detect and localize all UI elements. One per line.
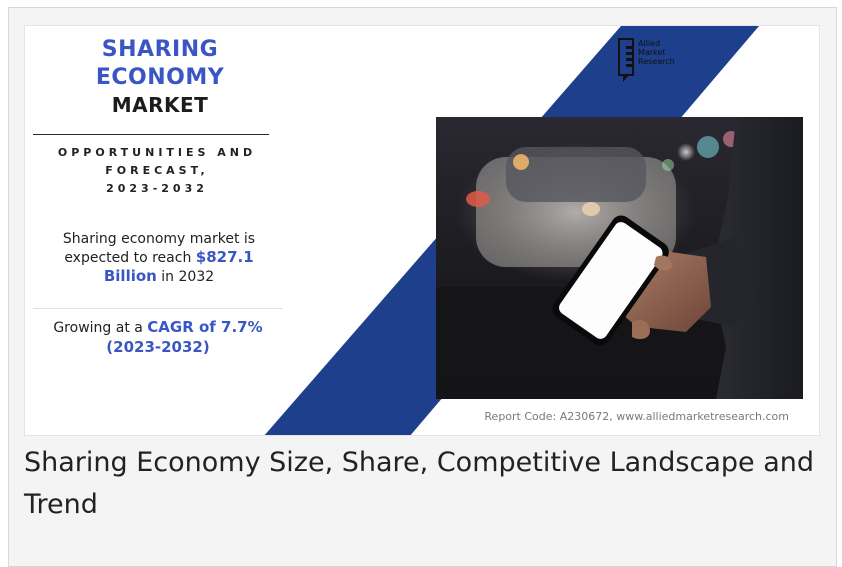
forecast-line-1: OPPORTUNITIES AND bbox=[57, 146, 257, 159]
report-code: Report Code: A230672, www.alliedmarketre… bbox=[484, 410, 789, 423]
cagr-period: (2023-2032) bbox=[106, 338, 210, 356]
page-title: Sharing Economy Size, Share, Competitive… bbox=[24, 447, 815, 520]
title-line-3: MARKET bbox=[111, 93, 209, 117]
cagr-statement: Growing at a CAGR of 7.7% (2023-2032) bbox=[35, 318, 281, 357]
title-line-1: SHARING bbox=[101, 37, 219, 62]
cagr-value: CAGR of 7.7% bbox=[147, 318, 263, 336]
reach-row-3: Billion in 2032 bbox=[45, 267, 273, 286]
statement-divider bbox=[33, 308, 283, 309]
cagr-text: Growing at a bbox=[53, 320, 143, 336]
photo-illustration bbox=[436, 117, 803, 399]
smartphone-street-photo bbox=[436, 117, 803, 399]
reach-text-2: expected to reach bbox=[64, 250, 192, 266]
market-size-statement: Sharing economy market is expected to re… bbox=[45, 230, 273, 286]
reach-unit: Billion bbox=[103, 267, 157, 285]
title-block: SHARING ECONOMY MARKET bbox=[35, 36, 285, 118]
title-line-2: ECONOMY bbox=[95, 65, 225, 90]
reach-value: $827.1 bbox=[195, 248, 254, 266]
allied-market-research-logo: Allied Market Research bbox=[618, 38, 708, 84]
reach-text-3: in 2032 bbox=[161, 269, 215, 285]
logo-icon bbox=[618, 38, 634, 82]
reach-row-2: expected to reach $827.1 bbox=[45, 248, 273, 267]
market-infographic: SHARING ECONOMY MARKET OPPORTUNITIES AND… bbox=[24, 25, 820, 436]
reach-text-1: Sharing economy market is bbox=[62, 231, 256, 247]
forecast-subtitle: OPPORTUNITIES AND FORECAST, 2023-2032 bbox=[41, 144, 273, 198]
forecast-line-2: FORECAST, bbox=[105, 164, 209, 177]
cagr-row-1: Growing at a CAGR of 7.7% bbox=[35, 318, 281, 338]
forecast-line-3: 2023-2032 bbox=[106, 182, 208, 195]
logo-wordmark: Allied Market Research bbox=[638, 39, 675, 66]
title-divider bbox=[33, 134, 269, 135]
